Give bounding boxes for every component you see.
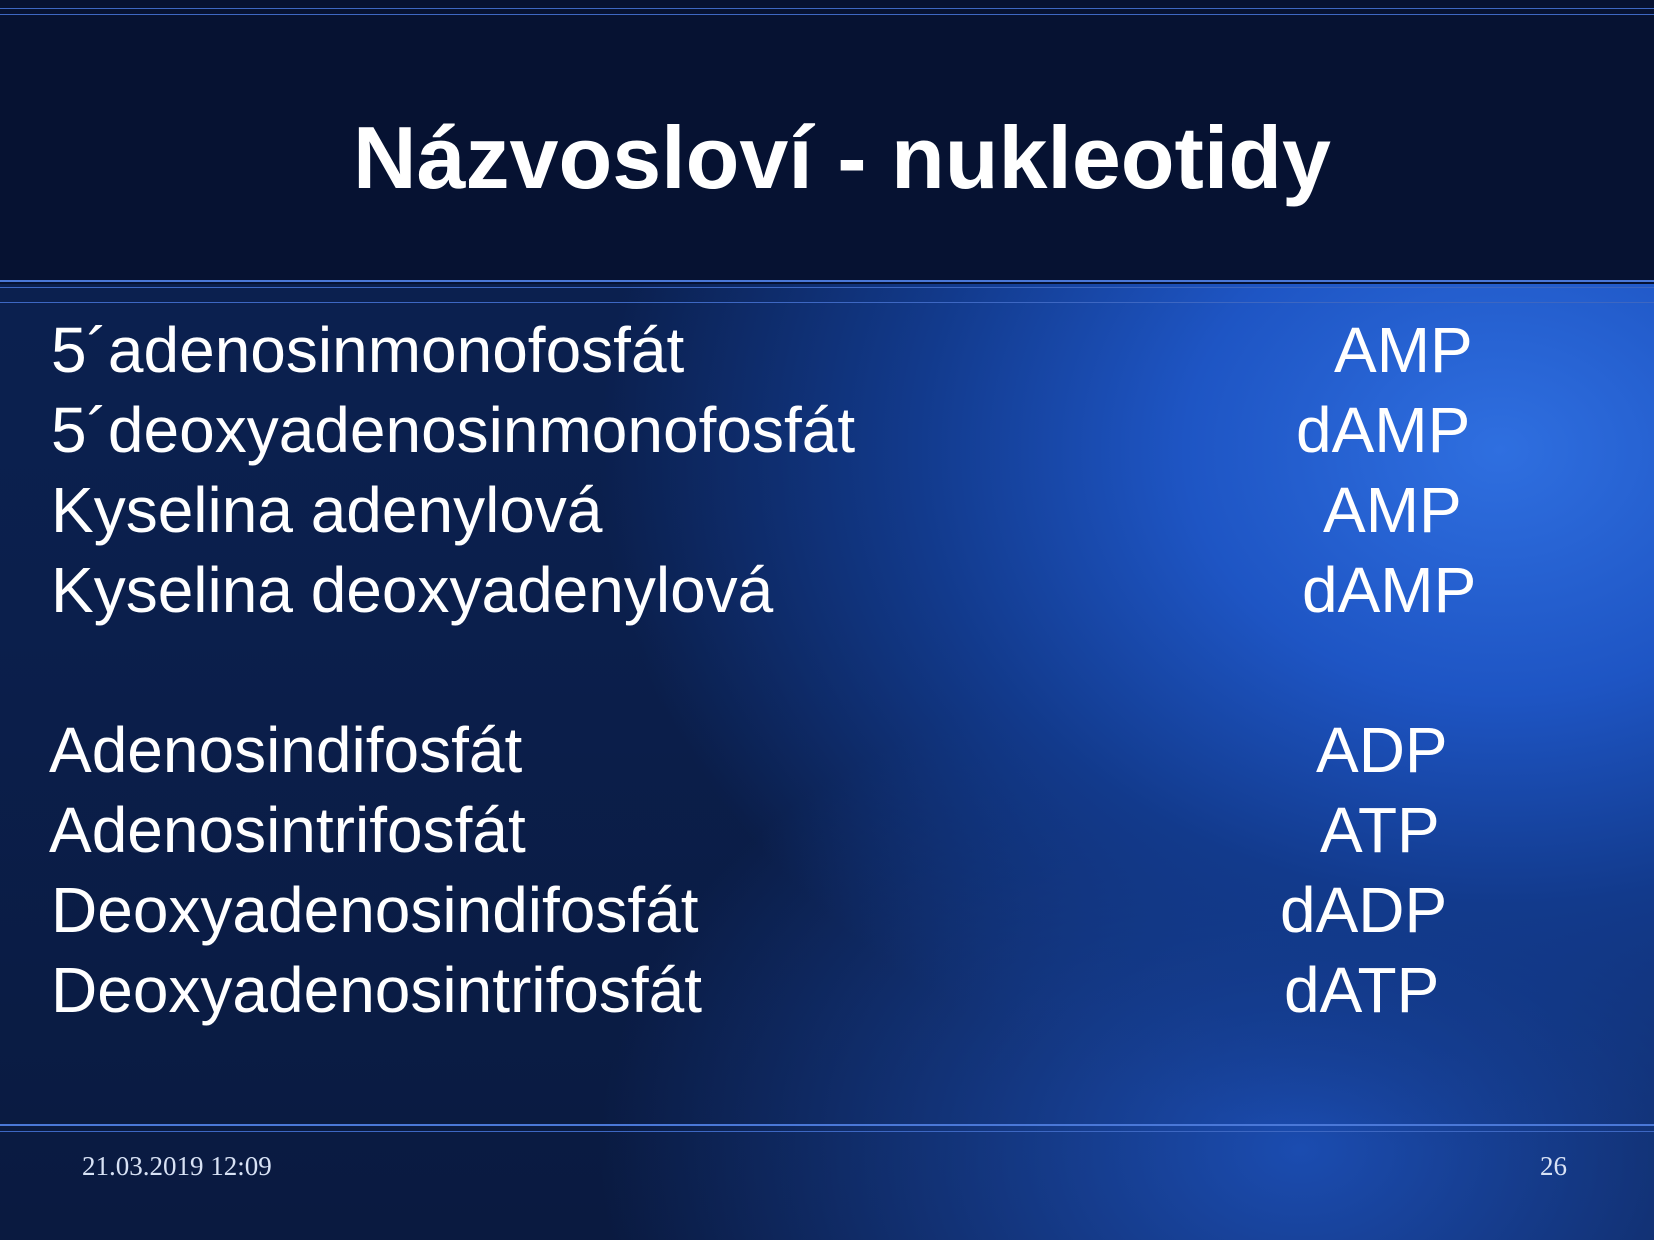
nucleotide-abbreviation: dADP [1280, 874, 1448, 946]
nucleotide-abbreviation: AMP [1334, 314, 1473, 386]
slide: Názvosloví - nukleotidy 5´adenosinmonofo… [0, 0, 1654, 1240]
nucleotide-abbreviation: ADP [1316, 714, 1448, 786]
nucleotide-abbreviation: dAMP [1302, 554, 1477, 626]
nucleotide-abbreviation: dAMP [1296, 394, 1471, 466]
nucleotide-abbreviation: AMP [1323, 474, 1462, 546]
footer-datetime: 21.03.2019 12:09 [82, 1151, 272, 1181]
top-divider-line [0, 14, 1654, 15]
nucleotide-name: Adenosintrifosfát [49, 794, 526, 866]
nucleotide-name: Adenosindifosfát [49, 714, 523, 786]
nucleotide-name: Deoxyadenosindifosfát [51, 874, 699, 946]
nucleotide-name: 5´adenosinmonofosfát [51, 314, 685, 386]
slide-title: Názvosloví - nukleotidy [353, 108, 1331, 207]
title-divider-line [0, 280, 1654, 282]
nucleotide-abbreviation: dATP [1284, 954, 1440, 1026]
nucleotide-abbreviation: ATP [1320, 794, 1440, 866]
footer-divider-line [0, 1124, 1654, 1126]
nucleotide-name: 5´deoxyadenosinmonofosfát [51, 394, 856, 466]
footer-page-number: 26 [1540, 1151, 1567, 1181]
nucleotide-name: Kyselina deoxyadenylová [51, 554, 774, 626]
top-divider-line [0, 8, 1654, 9]
nucleotide-name: Kyselina adenylová [51, 474, 603, 546]
nucleotide-name: Deoxyadenosintrifosfát [51, 954, 703, 1026]
title-divider-line [0, 302, 1654, 303]
footer-divider-line [0, 1131, 1654, 1132]
title-divider-line [0, 287, 1654, 288]
